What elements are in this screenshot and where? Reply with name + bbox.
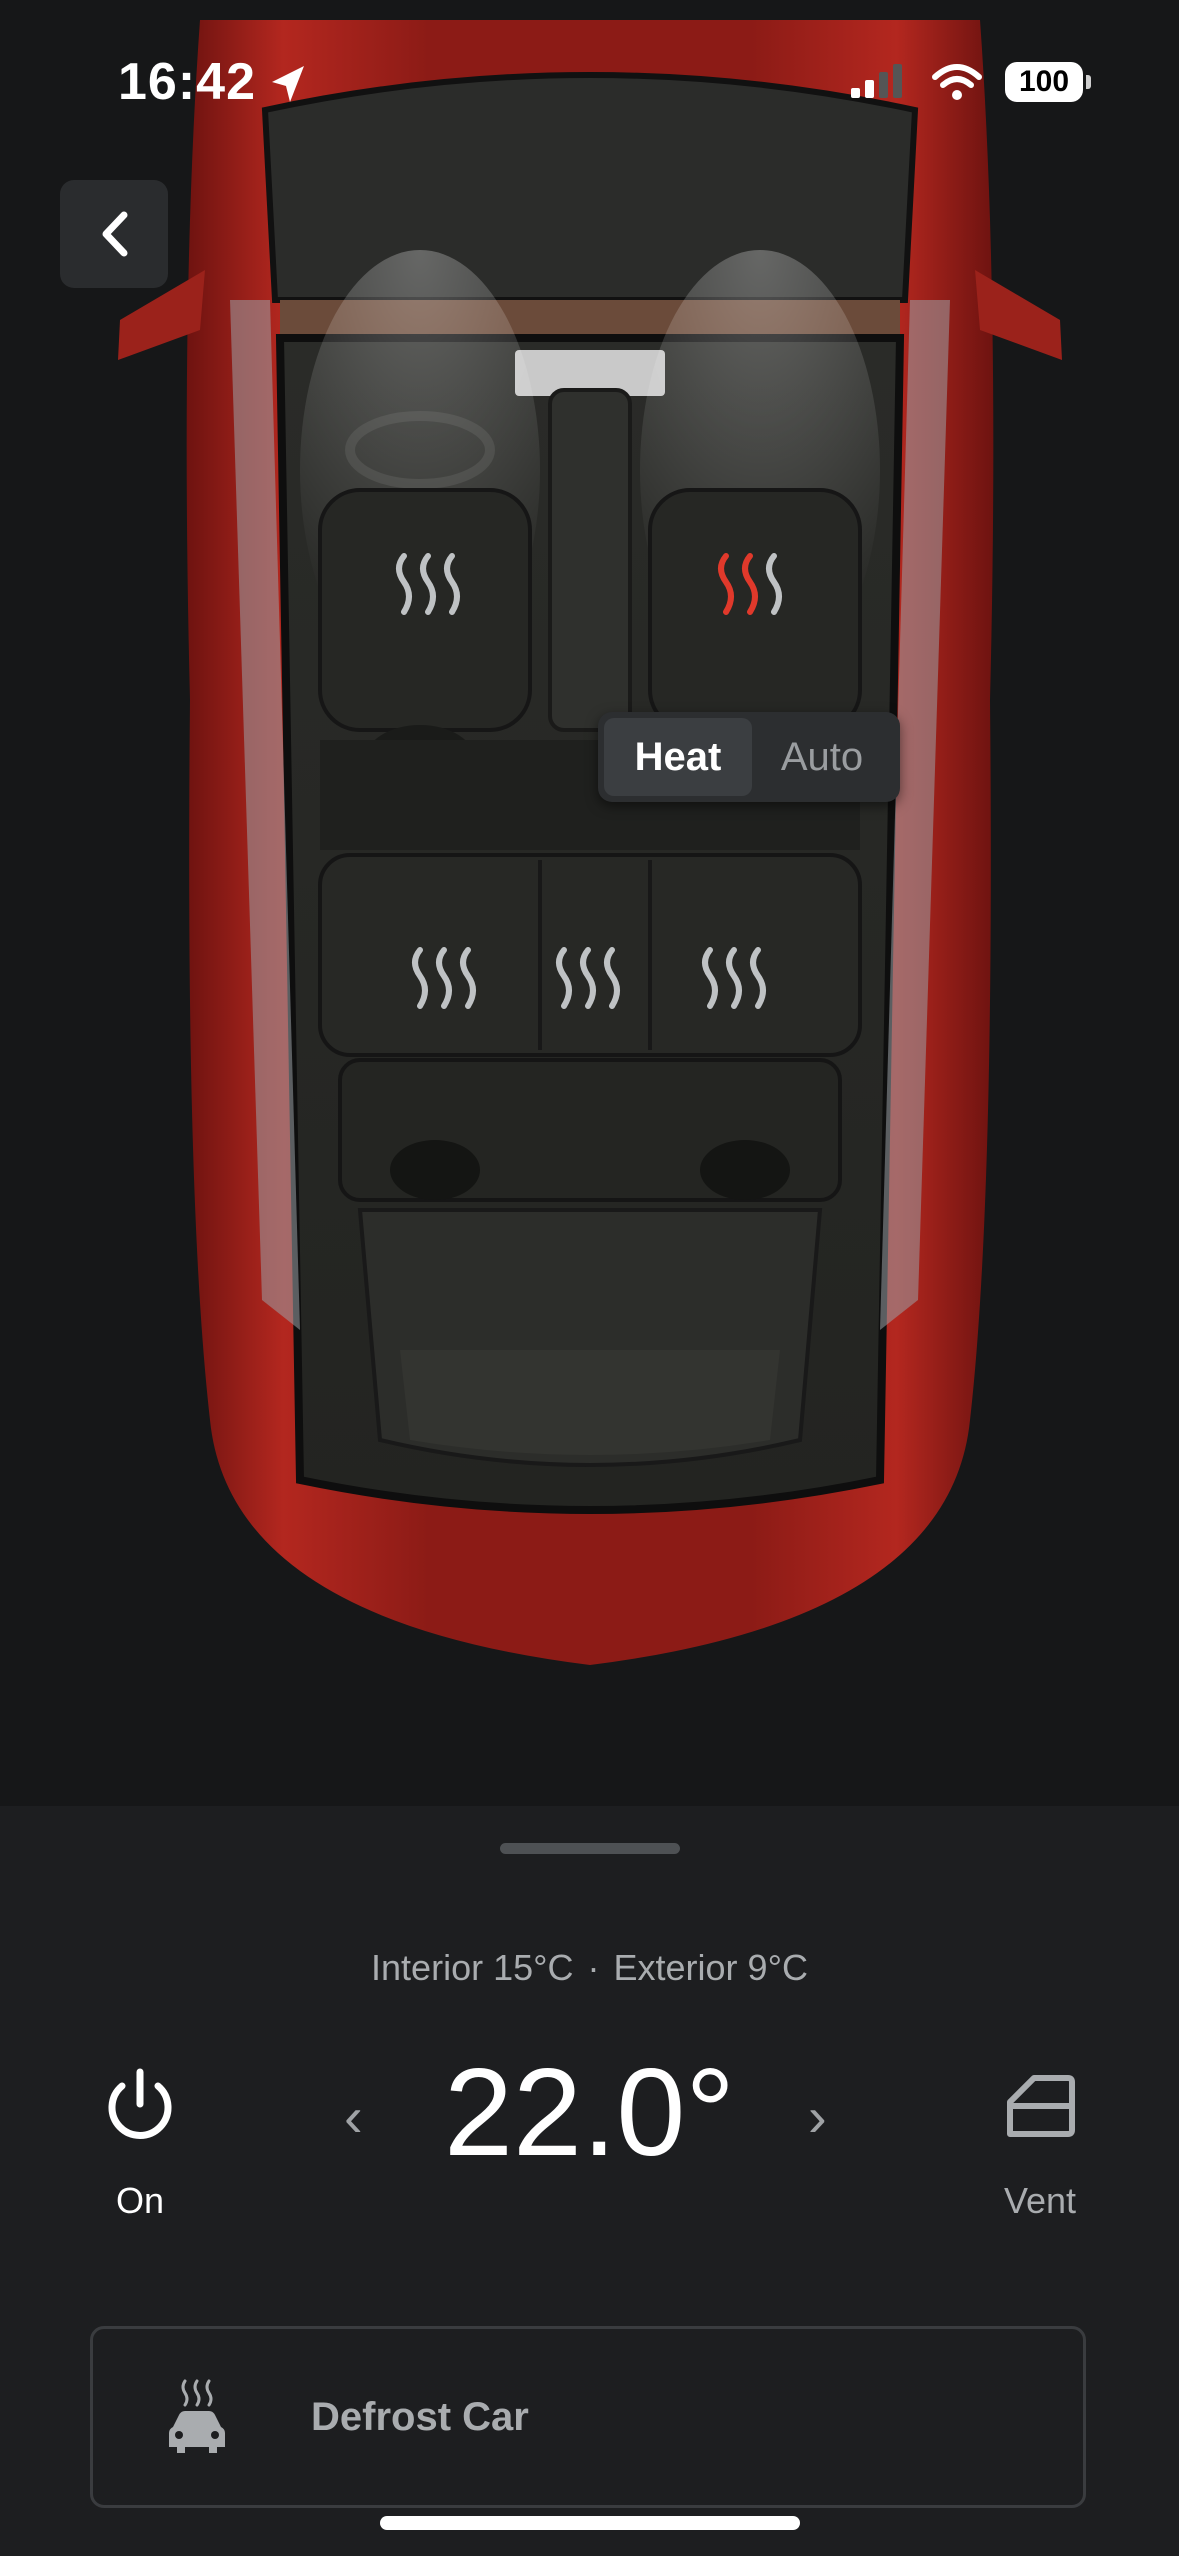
interior-temp: Interior 15°C [371, 1947, 574, 1988]
exterior-temp: Exterior 9°C [613, 1947, 808, 1988]
battery-level: 100 [1018, 65, 1070, 98]
mode-option-heat[interactable]: Heat [604, 718, 752, 796]
mode-option-auto[interactable]: Auto [752, 718, 892, 796]
signal-icon [851, 64, 902, 98]
vent-label: Vent [1003, 2180, 1077, 2221]
defrost-car-button[interactable]: Defrost Car [90, 2326, 1086, 2508]
seat-heat-rear-right-icon[interactable] [696, 946, 776, 1010]
temperature-setpoint: 22.0° [444, 2044, 735, 2182]
defrost-label: Defrost Car [311, 2394, 529, 2439]
seat-heat-rear-left-icon[interactable] [406, 946, 486, 1010]
status-icons: 100 [849, 62, 1091, 102]
home-indicator[interactable] [380, 2516, 800, 2530]
car-illustration [118, 20, 1062, 1665]
battery-icon: 100 [1005, 62, 1091, 102]
sheet-grabber[interactable] [500, 1843, 680, 1854]
temperature-readout: Interior 15°C · Exterior 9°C [0, 1947, 1179, 1989]
wifi-icon [932, 64, 982, 100]
status-time: 16:42 [118, 53, 256, 111]
power-label: On [115, 2180, 165, 2221]
back-button[interactable] [60, 180, 168, 288]
window-vent-icon[interactable] [1004, 2072, 1076, 2138]
temp-separator: · [587, 1947, 600, 1988]
heat-auto-toggle: Heat Auto [598, 712, 900, 802]
chevron-left-icon [102, 211, 128, 257]
car-top-view [0, 0, 1179, 1780]
defrost-car-icon [169, 2379, 225, 2453]
seat-heat-front-left-icon[interactable] [390, 552, 470, 616]
location-arrow-icon [272, 66, 304, 102]
increase-temp-button[interactable]: › [808, 2084, 827, 2149]
seat-heat-front-right-icon[interactable] [712, 552, 792, 616]
seat-heat-rear-center-icon[interactable] [550, 946, 630, 1010]
